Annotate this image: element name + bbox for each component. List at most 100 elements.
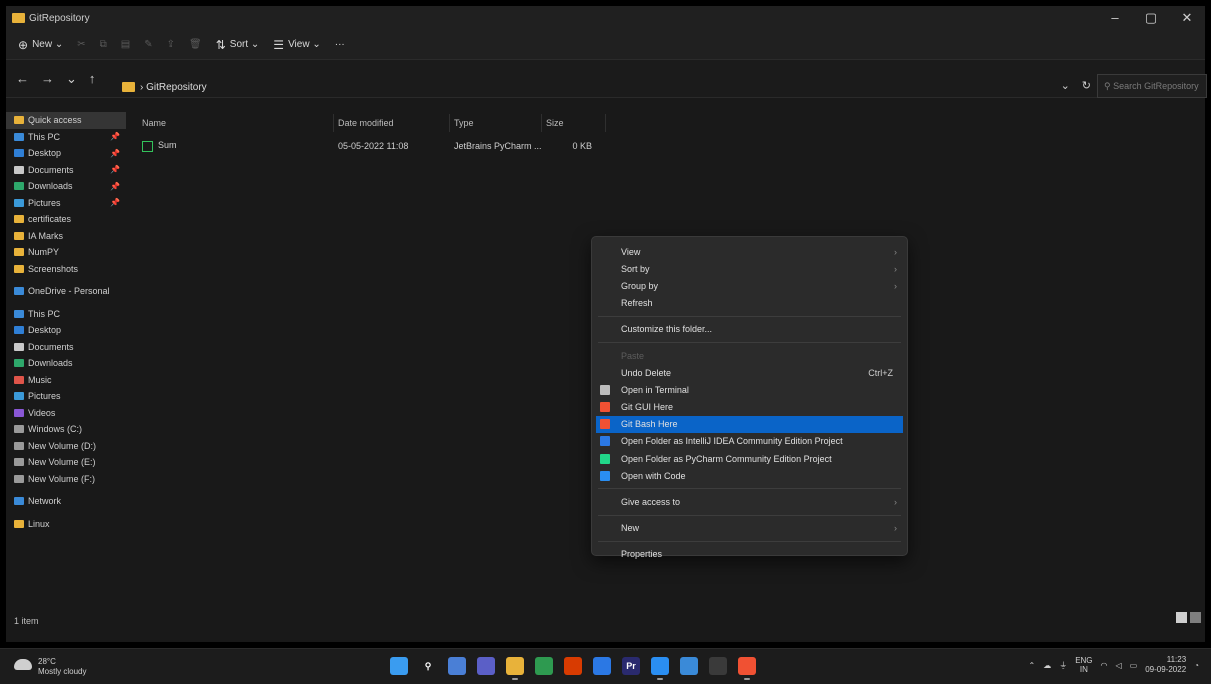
vscode-icon[interactable] (651, 657, 669, 680)
context-menu-item[interactable]: Git GUI Here (592, 399, 907, 416)
sidebar-item[interactable]: Desktop (6, 322, 126, 339)
pin-icon: 📌 (110, 181, 120, 191)
view-button[interactable]: ☰ View ⌄ (273, 38, 320, 52)
sidebar-item[interactable]: OneDrive - Personal (6, 283, 126, 300)
column-date-modified[interactable]: Date modified (334, 114, 450, 132)
address-bar[interactable]: › GitRepository (116, 76, 1036, 98)
breadcrumb[interactable]: GitRepository (146, 82, 207, 93)
context-menu-item[interactable]: View › (592, 243, 907, 260)
context-menu-item[interactable]: Give access to › (592, 493, 907, 510)
details-view-icon[interactable] (1176, 612, 1187, 623)
column-name[interactable]: Name (138, 114, 334, 132)
sidebar-item[interactable]: Pictures (6, 388, 126, 405)
sidebar-item[interactable]: certificates (6, 211, 126, 228)
column-type[interactable]: Type (450, 114, 542, 132)
context-menu-item[interactable]: Group by › (592, 277, 907, 294)
context-menu-item[interactable]: Open with Code (592, 467, 907, 484)
store-icon[interactable] (593, 657, 611, 675)
file-explorer-icon[interactable] (506, 657, 524, 680)
refresh-icon[interactable]: ↻ (1082, 79, 1091, 92)
context-menu-item[interactable]: Undo Delete Ctrl+Z (592, 364, 907, 381)
sidebar-item[interactable]: Desktop 📌 (6, 145, 126, 162)
usb-icon[interactable]: ⏚ (1059, 660, 1067, 671)
maximize-button[interactable]: ▢ (1133, 10, 1169, 26)
sidebar-item[interactable]: This PC 📌 (6, 129, 126, 146)
sidebar-item-icon (14, 458, 24, 467)
context-menu: View › Sort by › Group by › Refresh Customize t… (591, 236, 908, 559)
office-icon[interactable] (564, 657, 582, 675)
chevron-up-icon[interactable]: ⌃ (1028, 661, 1035, 670)
sort-button[interactable]: ⇅ Sort ⌄ (216, 38, 260, 52)
sidebar-item[interactable]: New Volume (D:) (6, 438, 126, 455)
git-icon[interactable] (738, 657, 756, 680)
up-arrow-icon[interactable]: ↑ (89, 71, 96, 86)
context-menu-item[interactable]: Refresh (592, 295, 907, 312)
sidebar-item[interactable]: Pictures 📌 (6, 195, 126, 212)
large-icons-view-icon[interactable] (1190, 612, 1201, 623)
delete-button[interactable]: 🗑 (189, 39, 202, 50)
context-menu-item[interactable]: Open Folder as IntelliJ IDEA Community E… (592, 433, 907, 450)
settings-icon[interactable] (680, 657, 698, 675)
pycharm-file-icon (142, 140, 153, 152)
wifi-icon[interactable]: ◠ (1101, 661, 1108, 670)
copy-button[interactable]: ⧉ (100, 39, 107, 50)
sidebar-item-label: Desktop (28, 148, 62, 159)
context-menu-item[interactable]: Properties (592, 546, 907, 563)
weather-cloud-icon[interactable] (14, 659, 32, 670)
cut-button[interactable]: ✂ (77, 39, 85, 50)
sidebar-item[interactable]: Network (6, 493, 126, 510)
new-button[interactable]: ⊕ New ⌄ (18, 38, 63, 52)
language-indicator[interactable]: ENG IN (1075, 656, 1092, 674)
context-menu-item[interactable]: Open Folder as PyCharm Community Edition… (592, 450, 907, 467)
sidebar-item[interactable]: Documents 📌 (6, 162, 126, 179)
share-button[interactable]: ⇪ (167, 39, 175, 50)
more-options-button[interactable]: ··· (335, 39, 345, 50)
sidebar-item[interactable]: New Volume (E:) (6, 454, 126, 471)
sidebar-item-icon (14, 375, 24, 384)
sidebar-item-icon (14, 264, 24, 273)
chevron-down-icon[interactable]: ⌄ (1061, 79, 1070, 92)
column-size[interactable]: Size (542, 114, 606, 132)
rename-button[interactable]: ✎ (144, 39, 152, 50)
premiere-icon[interactable]: Pr (622, 657, 640, 675)
sidebar-item[interactable]: Windows (C:) (6, 421, 126, 438)
search-input[interactable]: ⚲ Search GitRepository (1097, 74, 1207, 98)
sidebar-item[interactable]: Documents (6, 339, 126, 356)
back-arrow-icon[interactable]: ← (16, 71, 29, 86)
battery-icon[interactable]: ▭ (1130, 661, 1138, 670)
sidebar-item[interactable]: Linux (6, 516, 126, 533)
forward-arrow-icon[interactable]: → (41, 71, 54, 86)
file-row[interactable]: Sum 05-05-2022 11:08 JetBrains PyCharm .… (138, 138, 592, 154)
sidebar-item[interactable]: Downloads 📌 (6, 178, 126, 195)
chrome-icon[interactable] (535, 657, 553, 675)
context-menu-item[interactable]: New › (592, 520, 907, 537)
clock[interactable]: 11:23 09-09-2022 (1145, 655, 1186, 675)
context-menu-item[interactable]: Open in Terminal (592, 381, 907, 398)
cloud-icon[interactable]: ☁ (1043, 661, 1051, 670)
context-menu-item[interactable]: Git Bash Here (596, 415, 903, 433)
paste-button[interactable]: ▤ (121, 39, 130, 50)
task-view-icon[interactable] (448, 657, 466, 675)
sidebar-item[interactable]: Screenshots (6, 261, 126, 278)
sidebar-item[interactable]: New Volume (F:) (6, 471, 126, 488)
sidebar-item[interactable]: Music (6, 372, 126, 389)
minimize-button[interactable]: – (1097, 10, 1133, 26)
start-icon[interactable] (390, 657, 408, 675)
sidebar-item[interactable]: Downloads (6, 355, 126, 372)
chat-icon[interactable] (477, 657, 495, 675)
context-menu-item[interactable]: Customize this folder... (592, 321, 907, 338)
terminal-icon[interactable] (709, 657, 727, 675)
context-menu-item[interactable]: Sort by › (592, 260, 907, 277)
search-icon[interactable]: ⚲ (419, 657, 437, 675)
recent-chevron-icon[interactable]: ⌄ (66, 71, 77, 87)
weather-widget[interactable]: 28°C Mostly cloudy (38, 657, 86, 677)
sidebar-item[interactable]: This PC (6, 306, 126, 323)
sidebar-item-label: OneDrive - Personal (28, 286, 110, 297)
sidebar-item[interactable]: IA Marks (6, 228, 126, 245)
sidebar-item[interactable]: Quick access (6, 112, 126, 129)
notification-icon[interactable]: ◔ (1194, 661, 1199, 670)
volume-icon[interactable]: ◁ (1116, 661, 1122, 670)
sidebar-item[interactable]: NumPY (6, 244, 126, 261)
sidebar-item[interactable]: Videos (6, 405, 126, 422)
close-button[interactable]: ✕ (1169, 10, 1205, 26)
